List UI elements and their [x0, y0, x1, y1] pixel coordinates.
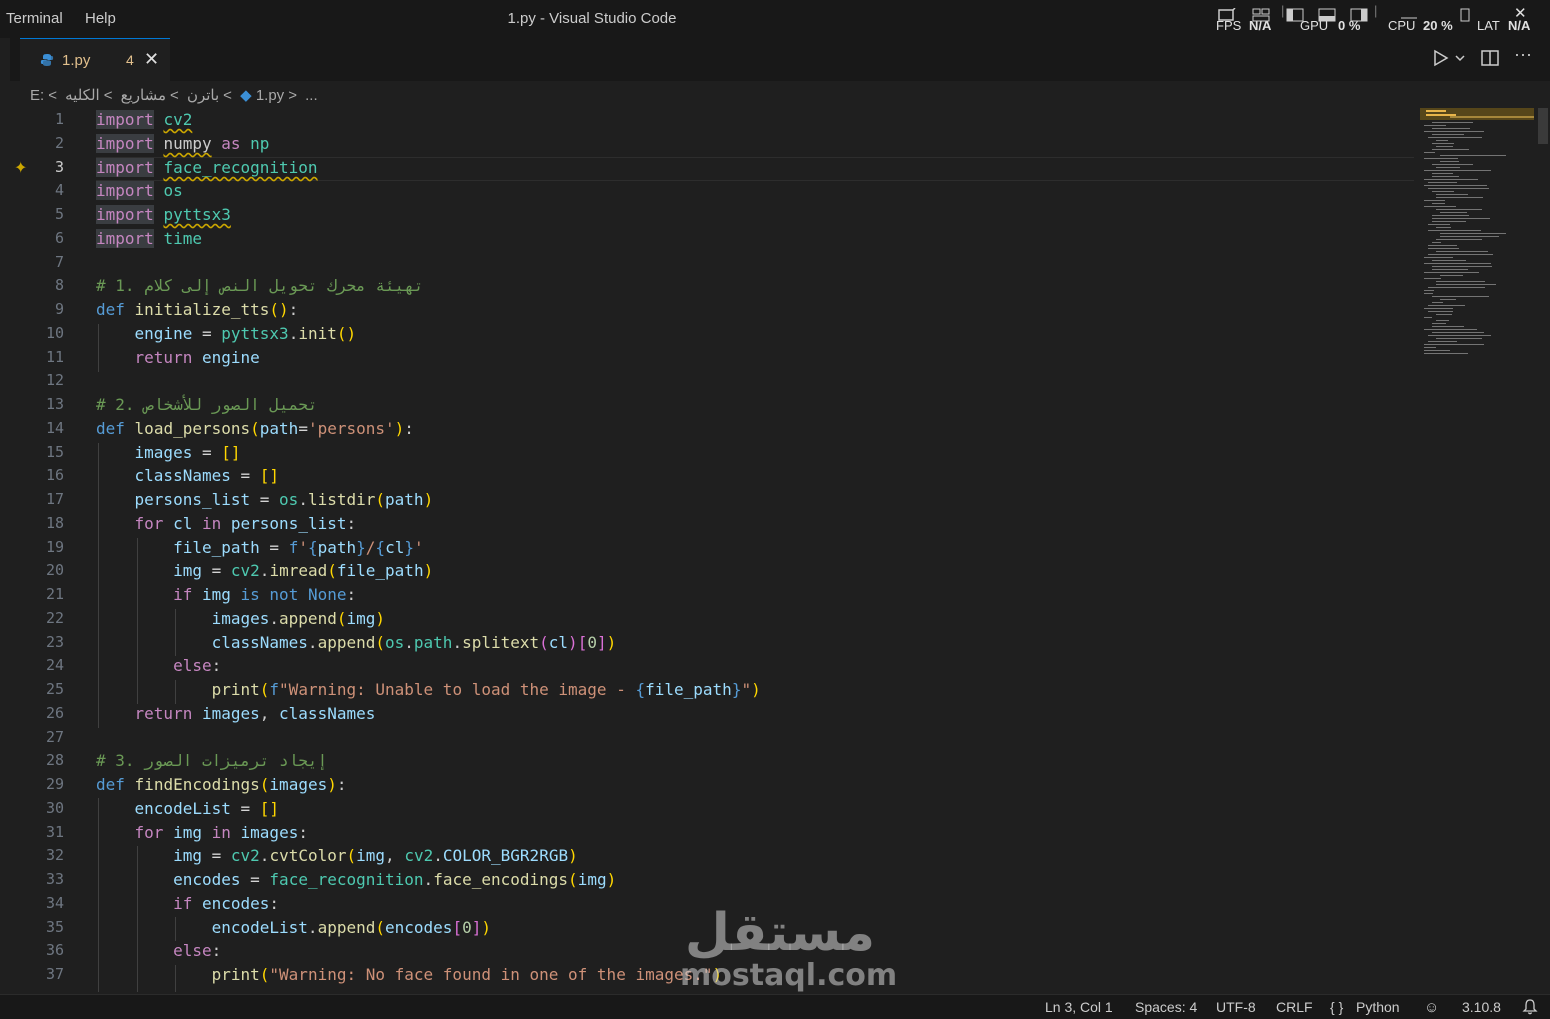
breadcrumb-file[interactable]: 1.py: [256, 87, 284, 104]
minimap[interactable]: [1420, 108, 1536, 992]
code-line: 13 # 2. تحميل الصور للأشخاص: [45, 395, 318, 414]
code-line: 23 classNames.append(os.path.splitext(cl…: [45, 633, 617, 652]
code-line: 3 import face_recognition: [54, 158, 318, 177]
window-title: 1.py - Visual Studio Code: [507, 10, 677, 27]
lat-label: LAT: [1477, 18, 1500, 33]
encoding[interactable]: UTF-8: [1216, 999, 1256, 1015]
breadcrumb-item[interactable]: مشاريع: [121, 86, 166, 104]
code-line: 27: [45, 728, 64, 746]
close-window-icon[interactable]: ✕: [1514, 4, 1527, 22]
status-bar: Ln 3, Col 1 Spaces: 4 UTF-8 CRLF { } Pyt…: [0, 994, 1550, 1019]
python-file-icon: [40, 54, 54, 66]
cpu-graph-icon: [1401, 17, 1417, 19]
tab-label: 1.py: [62, 52, 91, 69]
watermark-url: mostaql.com: [680, 958, 898, 993]
breadcrumb-symbols[interactable]: ...: [305, 87, 318, 104]
code-line: 20 img = cv2.imread(file_path): [45, 561, 434, 580]
close-tab-icon[interactable]: ✕: [144, 49, 159, 70]
toggle-panel-icon[interactable]: [1318, 8, 1336, 22]
code-line: 30 encodeList = []: [45, 799, 280, 818]
vertical-scrollbar[interactable]: [1536, 108, 1550, 992]
watermark-arabic: مستقل: [684, 903, 876, 963]
breadcrumb: E: < الكليه < مشاريع < باترن < ◆ 1.py > ...: [30, 86, 318, 104]
code-line: 19 file_path = f'{path}/{cl}': [45, 538, 424, 557]
code-line: 8 # 1. تهيئة محرك تحويل النص إلى كلام: [54, 276, 424, 295]
code-line: 22 images.append(img): [45, 609, 386, 628]
more-actions-icon[interactable]: ···: [1514, 44, 1532, 65]
code-line: 28 # 3. إيجاد ترميزات الصور: [45, 751, 328, 770]
code-line: 4 import os: [54, 181, 183, 200]
code-line: 12: [45, 371, 64, 389]
code-line: 26 return images, classNames: [45, 704, 376, 723]
breadcrumb-item[interactable]: E:: [30, 87, 44, 104]
title-bar: Terminal Help 1.py - Visual Studio Code …: [0, 0, 1550, 38]
code-line: 17 persons_list = os.listdir(path): [45, 490, 434, 509]
cursor-position[interactable]: Ln 3, Col 1: [1045, 999, 1113, 1015]
code-line: 10 engine = pyttsx3.init(): [45, 324, 357, 343]
end-of-line[interactable]: CRLF: [1276, 999, 1313, 1015]
code-line: 9 def initialize_tts():: [54, 300, 299, 319]
toggle-secondary-sidebar-icon[interactable]: [1350, 8, 1368, 22]
split-editor-icon[interactable]: [1480, 48, 1500, 68]
chevron-down-icon[interactable]: [1454, 54, 1466, 64]
braces-icon[interactable]: { }: [1330, 999, 1343, 1015]
tab-problem-count: 4: [126, 52, 134, 68]
python-version[interactable]: 3.10.8: [1462, 999, 1501, 1015]
tab-1-py[interactable]: 1.py 4 ✕: [20, 38, 170, 82]
code-line: 6 import time: [54, 229, 202, 248]
language-mode[interactable]: Python: [1356, 999, 1400, 1015]
cpu-value: 20 %: [1423, 18, 1453, 33]
scrollbar-thumb[interactable]: [1538, 108, 1548, 144]
code-line: 11 return engine: [45, 348, 260, 367]
watermark: مستقل mostaql.com: [680, 903, 898, 993]
code-line: 21 if img is not None:: [45, 585, 357, 604]
breadcrumb-item[interactable]: باترن: [187, 86, 219, 104]
python-file-icon: ◆: [240, 87, 252, 104]
code-line: 18 for cl in persons_list:: [45, 514, 357, 533]
code-line: 16 classNames = []: [45, 466, 280, 485]
code-line: 14 def load_persons(path='persons'):: [45, 419, 414, 438]
layout-icon: [1252, 8, 1270, 22]
code-line: 2 import numpy as np: [54, 134, 270, 153]
code-editor[interactable]: ✦ 1 import cv2 2 import numpy as np 3 impor…: [0, 108, 1420, 992]
copilot-icon[interactable]: ☺: [1424, 999, 1439, 1016]
breadcrumb-item[interactable]: الكليه: [65, 86, 100, 104]
code-line: 5 import pyttsx3: [54, 205, 231, 224]
code-line: 24 else:: [45, 656, 222, 675]
indentation[interactable]: Spaces: 4: [1135, 999, 1197, 1015]
code-line: 7: [54, 253, 64, 271]
code-line: 15 images = []: [45, 443, 241, 462]
editor-tab-bar: 1.py 4 ✕: [10, 38, 1550, 82]
code-line: 31 for img in images:: [45, 823, 308, 842]
fps-label: FPS: [1216, 18, 1242, 33]
code-line: 32 img = cv2.cvtColor(img, cv2.COLOR_BGR…: [45, 846, 578, 865]
code-line: 1 import cv2: [54, 110, 193, 129]
code-line: 33 encodes = face_recognition.face_encod…: [45, 870, 617, 889]
code-line: 29 def findEncodings(images):: [45, 775, 347, 794]
latency-icon: [1460, 8, 1470, 22]
run-python-icon[interactable]: [1432, 48, 1450, 68]
code-line: 25 print(f"Warning: Unable to load the i…: [45, 680, 761, 699]
bell-icon[interactable]: [1522, 998, 1538, 1015]
